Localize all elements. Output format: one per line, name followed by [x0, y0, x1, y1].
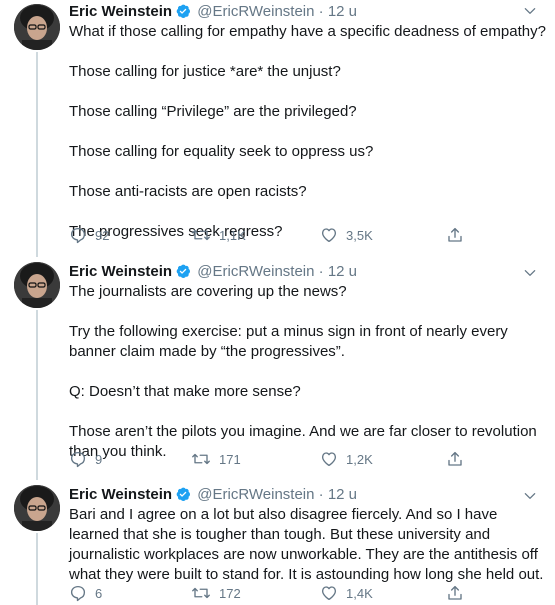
separator-dot: ·: [318, 486, 324, 503]
like-count: 1,2K: [346, 451, 373, 467]
retweet-button[interactable]: 1,1K: [191, 224, 246, 246]
tweet-header: Eric Weinstein @EricRWeinstein · 12 u: [69, 262, 357, 282]
tweet-paragraph: Those calling for equality seek to oppre…: [69, 143, 374, 160]
tweet-time[interactable]: 12 u: [328, 486, 357, 503]
author-handle[interactable]: @EricRWeinstein: [197, 486, 314, 503]
reply-count: 92: [95, 227, 110, 243]
share-icon: [448, 451, 462, 466]
like-button[interactable]: 1,2K: [320, 448, 373, 470]
reply-count: 9: [95, 451, 103, 467]
tweet-paragraph: Bari and I agree on a lot but also disag…: [69, 506, 544, 583]
tweet-paragraph: Q: Doesn’t that make more sense?: [69, 383, 301, 400]
tweet-header: Eric Weinstein @EricRWeinstein · 12 u: [69, 2, 357, 22]
heart-icon: [321, 586, 337, 601]
retweet-icon: [192, 587, 210, 599]
like-button[interactable]: 1,4K: [320, 582, 373, 604]
tweet-paragraph: Try the following exercise: put a minus …: [69, 323, 512, 360]
retweet-count: 171: [219, 451, 241, 467]
tweet-header: Eric Weinstein @EricRWeinstein · 12 u: [69, 485, 357, 505]
heart-icon: [321, 228, 337, 243]
tweet-1[interactable]: Eric Weinstein @EricRWeinstein · 12 u Wh…: [0, 0, 555, 258]
author-name[interactable]: Eric Weinstein: [69, 486, 172, 503]
author-handle[interactable]: @EricRWeinstein: [197, 3, 314, 20]
tweet-paragraph: Those calling for justice *are* the unju…: [69, 63, 341, 80]
separator-dot: ·: [318, 263, 324, 280]
like-button[interactable]: 3,5K: [320, 224, 373, 246]
reply-button[interactable]: 6: [69, 582, 102, 604]
reply-icon: [70, 585, 86, 602]
tweet-actions: 9 171 1,2K: [69, 448, 469, 470]
chevron-down-icon[interactable]: [523, 4, 537, 23]
tweet-paragraph: Those calling “Privilege” are the privil…: [69, 103, 357, 120]
retweet-button[interactable]: 172: [191, 582, 241, 604]
tweet-text: The journalists are covering up the news…: [69, 282, 549, 462]
tweet-paragraph: Those anti-racists are open racists?: [69, 183, 307, 200]
tweet-text: Bari and I agree on a lot but also disag…: [69, 505, 549, 585]
share-icon: [448, 227, 462, 242]
reply-icon: [70, 451, 86, 468]
like-count: 3,5K: [346, 227, 373, 243]
reply-button[interactable]: 9: [69, 448, 102, 470]
tweet-text: What if those calling for empathy have a…: [69, 22, 549, 242]
tweet-2[interactable]: Eric Weinstein @EricRWeinstein · 12 u Th…: [0, 262, 555, 480]
reply-count: 6: [95, 585, 103, 601]
tweet-actions: 6 172 1,4K: [69, 582, 469, 604]
tweet-time[interactable]: 12 u: [328, 263, 357, 280]
tweet-paragraph: The journalists are covering up the news…: [69, 283, 347, 300]
tweet-actions: 92 1,1K 3,5K: [69, 224, 469, 246]
author-avatar[interactable]: [14, 485, 60, 531]
tweet-3[interactable]: Eric Weinstein @EricRWeinstein · 12 u Ba…: [0, 485, 555, 605]
tweet-time[interactable]: 12 u: [328, 3, 357, 20]
heart-icon: [321, 452, 337, 467]
retweet-button[interactable]: 171: [191, 448, 241, 470]
share-icon: [448, 585, 462, 600]
author-avatar[interactable]: [14, 4, 60, 50]
share-button[interactable]: [446, 448, 464, 470]
retweet-icon: [192, 453, 210, 465]
like-count: 1,4K: [346, 585, 373, 601]
retweet-count: 172: [219, 585, 241, 601]
share-button[interactable]: [446, 224, 464, 246]
reply-button[interactable]: 92: [69, 224, 109, 246]
author-name[interactable]: Eric Weinstein: [69, 3, 172, 20]
author-handle[interactable]: @EricRWeinstein: [197, 263, 314, 280]
tweet-paragraph: What if those calling for empathy have a…: [69, 23, 546, 40]
reply-icon: [70, 227, 86, 244]
separator-dot: ·: [318, 3, 324, 20]
author-avatar[interactable]: [14, 262, 60, 308]
retweet-count: 1,1K: [219, 227, 246, 243]
retweet-icon: [192, 229, 210, 241]
share-button[interactable]: [446, 582, 464, 604]
author-name[interactable]: Eric Weinstein: [69, 263, 172, 280]
